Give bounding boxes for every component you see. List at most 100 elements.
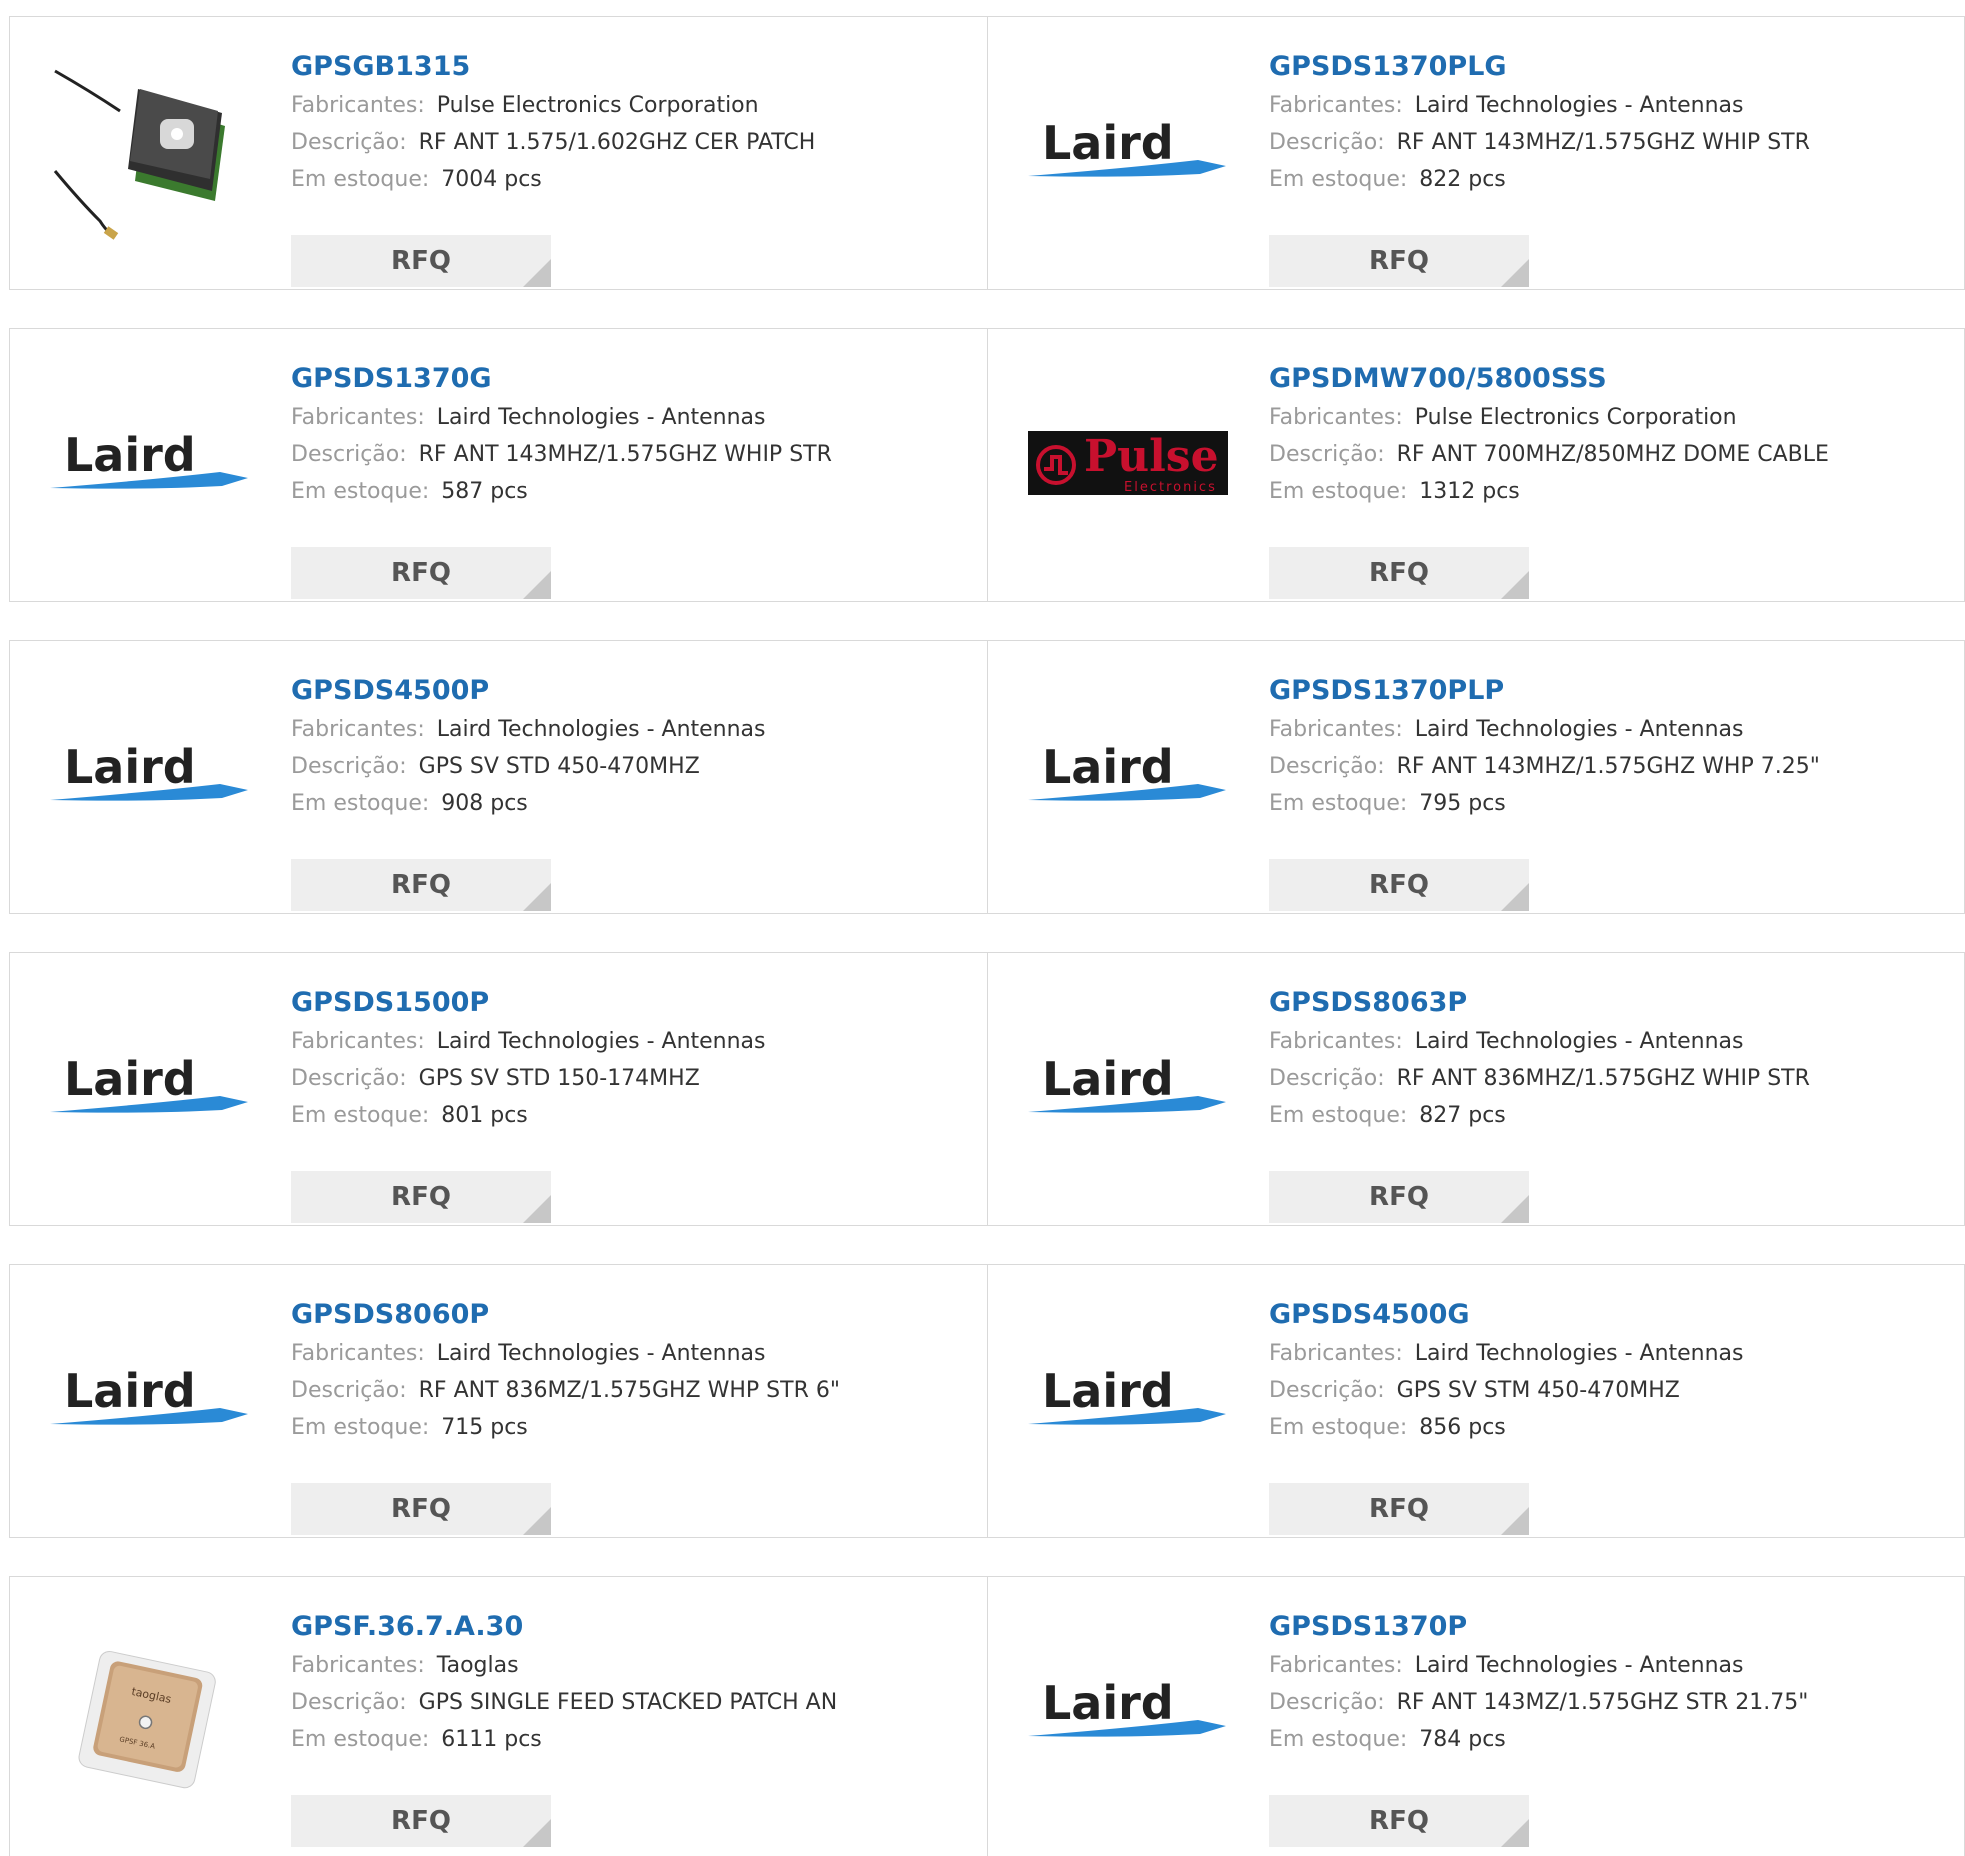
rfq-button[interactable]: RFQ [1269, 1483, 1529, 1535]
product-card: Laird GPSDS1500P Fabricantes: Laird Technol… [10, 953, 987, 1225]
part-number-link[interactable]: GPSDS1370G [291, 359, 967, 399]
stock-value: 6111 pcs [441, 1727, 542, 1752]
product-image[interactable]: Laird [50, 987, 250, 1187]
rfq-button[interactable]: RFQ [291, 1483, 551, 1535]
laird-logo: Laird [50, 1364, 248, 1425]
laird-logo-text: Laird [1042, 1364, 1174, 1418]
description-label: Descrição: [1269, 754, 1385, 779]
manufacturer-label: Fabricantes: [1269, 1653, 1403, 1678]
stock-label: Em estoque: [291, 1415, 430, 1440]
corner-triangle-icon [1501, 571, 1529, 599]
product-image[interactable]: Laird [1028, 1611, 1228, 1811]
manufacturer-value: Laird Technologies - Antennas [436, 717, 766, 742]
manufacturer-value: Laird Technologies - Antennas [436, 1029, 766, 1054]
part-number-link[interactable]: GPSDS1370PLG [1269, 47, 1944, 87]
part-number-link[interactable]: GPSDMW700/5800SSS [1269, 359, 1944, 399]
part-number-link[interactable]: GPSDS4500P [291, 671, 967, 711]
product-card: Laird GPSDS8063P Fabricantes: Laird Technol… [987, 953, 1964, 1225]
product-card: Laird GPSDS4500G Fabricantes: Laird Technol… [987, 1265, 1964, 1537]
stock-label: Em estoque: [1269, 479, 1408, 504]
product-row: Laird GPSDS8060P Fabricantes: Laird Technol… [9, 1264, 1965, 1538]
description-label: Descrição: [291, 1378, 407, 1403]
product-image[interactable]: Laird [1028, 987, 1228, 1187]
stock-label: Em estoque: [291, 167, 430, 192]
part-number-link[interactable]: GPSGB1315 [291, 47, 967, 87]
part-number-link[interactable]: GPSF.36.7.A.30 [291, 1607, 967, 1647]
part-number-link[interactable]: GPSDS1370PLP [1269, 671, 1944, 711]
part-number-link[interactable]: GPSDS1500P [291, 983, 967, 1023]
part-number-link[interactable]: GPSDS8060P [291, 1295, 967, 1335]
stock-label: Em estoque: [1269, 1727, 1408, 1752]
rfq-button[interactable]: RFQ [1269, 859, 1529, 911]
product-image[interactable]: Laird [50, 675, 250, 875]
description-line: Descrição: RF ANT 143MHZ/1.575GHZ WHIP ST… [1269, 124, 1944, 161]
laird-logo: Laird [50, 428, 248, 489]
description-label: Descrição: [291, 754, 407, 779]
manufacturer-label: Fabricantes: [291, 93, 425, 118]
stock-label: Em estoque: [1269, 1415, 1408, 1440]
laird-logo-text: Laird [64, 1364, 196, 1418]
stock-value: 795 pcs [1419, 791, 1506, 816]
corner-triangle-icon [1501, 883, 1529, 911]
rfq-label: RFQ [1369, 246, 1429, 276]
manufacturer-line: Fabricantes: Laird Technologies - Antenna… [1269, 1335, 1944, 1372]
description-value: RF ANT 143MZ/1.575GHZ STR 21.75" [1396, 1690, 1809, 1715]
description-value: RF ANT 143MHZ/1.575GHZ WHP 7.25" [1396, 754, 1820, 779]
manufacturer-label: Fabricantes: [1269, 717, 1403, 742]
manufacturer-value: Pulse Electronics Corporation [436, 93, 759, 118]
laird-logo-text: Laird [64, 740, 196, 794]
stock-label: Em estoque: [1269, 1103, 1408, 1128]
rfq-label: RFQ [391, 870, 451, 900]
laird-logo-text: Laird [64, 428, 196, 482]
corner-triangle-icon [1501, 1507, 1529, 1535]
rfq-button[interactable]: RFQ [291, 235, 551, 287]
description-value: RF ANT 700MHZ/850MHZ DOME CABLE [1396, 442, 1829, 467]
rfq-button[interactable]: RFQ [1269, 1171, 1529, 1223]
product-image[interactable]: Laird [1028, 675, 1228, 875]
description-label: Descrição: [1269, 1690, 1385, 1715]
manufacturer-value: Pulse Electronics Corporation [1414, 405, 1737, 430]
product-row: Laird GPSDS4500P Fabricantes: Laird Technol… [9, 640, 1965, 914]
part-number-link[interactable]: GPSDS8063P [1269, 983, 1944, 1023]
rfq-button[interactable]: RFQ [291, 547, 551, 599]
product-image[interactable] [50, 51, 250, 251]
rfq-button[interactable]: RFQ [291, 1795, 551, 1847]
manufacturer-line: Fabricantes: Laird Technologies - Antenna… [1269, 1647, 1944, 1684]
product-image[interactable]: Laird [1028, 51, 1228, 251]
manufacturer-label: Fabricantes: [291, 717, 425, 742]
description-label: Descrição: [291, 442, 407, 467]
rfq-button[interactable]: RFQ [1269, 235, 1529, 287]
rfq-button[interactable]: RFQ [1269, 547, 1529, 599]
stock-label: Em estoque: [291, 1103, 430, 1128]
stock-line: Em estoque: 856 pcs [1269, 1409, 1944, 1446]
manufacturer-label: Fabricantes: [291, 1029, 425, 1054]
product-image[interactable]: Laird [50, 363, 250, 563]
corner-triangle-icon [523, 1195, 551, 1223]
manufacturer-label: Fabricantes: [291, 1341, 425, 1366]
manufacturer-value: Laird Technologies - Antennas [436, 1341, 766, 1366]
description-line: Descrição: GPS SINGLE FEED STACKED PATCH … [291, 1684, 967, 1721]
description-line: Descrição: RF ANT 143MZ/1.575GHZ STR 21.7… [1269, 1684, 1944, 1721]
manufacturer-line: Fabricantes: Taoglas [291, 1647, 967, 1684]
stock-line: Em estoque: 1312 pcs [1269, 473, 1944, 510]
rfq-label: RFQ [391, 1494, 451, 1524]
product-image[interactable]: taoglas GPSF 36.A [50, 1611, 250, 1811]
stock-value: 1312 pcs [1419, 479, 1520, 504]
description-value: GPS SV STM 450-470MHZ [1396, 1378, 1680, 1403]
product-image[interactable]: Pulse Electronics [1028, 363, 1228, 563]
description-label: Descrição: [291, 1690, 407, 1715]
part-number-link[interactable]: GPSDS1370P [1269, 1607, 1944, 1647]
manufacturer-line: Fabricantes: Laird Technologies - Antenna… [1269, 87, 1944, 124]
manufacturer-value: Laird Technologies - Antennas [1414, 1341, 1744, 1366]
rfq-button[interactable]: RFQ [291, 859, 551, 911]
rfq-button[interactable]: RFQ [1269, 1795, 1529, 1847]
description-line: Descrição: RF ANT 1.575/1.602GHZ CER PATC… [291, 124, 967, 161]
part-number-link[interactable]: GPSDS4500G [1269, 1295, 1944, 1335]
manufacturer-line: Fabricantes: Laird Technologies - Antenna… [291, 1335, 967, 1372]
rfq-button[interactable]: RFQ [291, 1171, 551, 1223]
stock-value: 587 pcs [441, 479, 528, 504]
product-image[interactable]: Laird [1028, 1299, 1228, 1499]
laird-logo: Laird [1028, 740, 1226, 801]
product-image[interactable]: Laird [50, 1299, 250, 1499]
description-value: GPS SINGLE FEED STACKED PATCH AN [418, 1690, 838, 1715]
